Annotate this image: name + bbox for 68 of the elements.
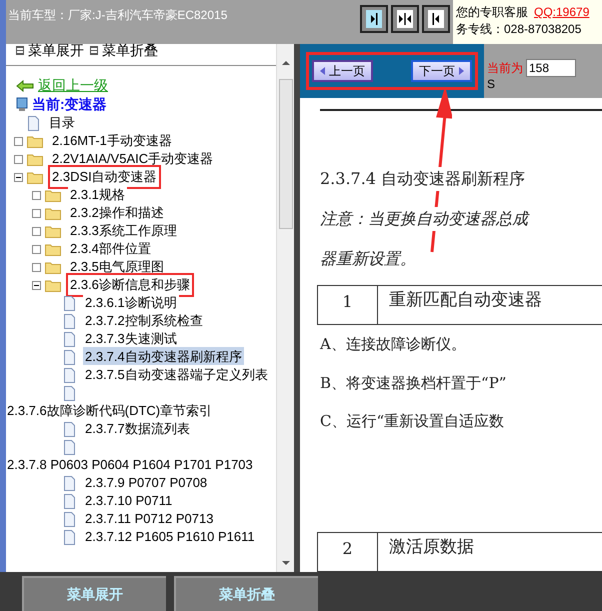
document-icon	[63, 530, 76, 544]
current-model-label: 当前车型：厂家:J-吉利汽车帝豪EC82015	[8, 7, 228, 24]
split-icon	[397, 10, 413, 28]
layout-button[interactable]	[422, 5, 450, 33]
folder-icon	[45, 188, 61, 202]
expand-toggle[interactable]	[14, 154, 23, 164]
step-instruction: A、连接故障诊断仪。	[320, 334, 467, 355]
scroll-thumb[interactable]	[278, 79, 292, 229]
document-icon	[63, 440, 76, 454]
folder-icon	[45, 242, 61, 256]
expand-toggle[interactable]	[32, 244, 41, 254]
document-icon	[63, 494, 76, 508]
folder-icon	[27, 152, 43, 166]
section-heading: 2.3.7.4 自动变速器刷新程序	[320, 167, 526, 191]
list-icon	[16, 46, 24, 55]
expand-toggle[interactable]	[32, 190, 41, 200]
expand-toggle[interactable]	[32, 262, 41, 272]
document-icon	[63, 512, 76, 526]
step-number: 2	[318, 533, 378, 571]
current-page-label: 当前为	[487, 60, 523, 77]
expand-toggle[interactable]	[32, 208, 41, 218]
folder-icon	[45, 206, 61, 220]
document-icon	[63, 476, 76, 490]
folder-icon	[27, 170, 43, 184]
computer-icon	[16, 97, 28, 112]
document-icon	[63, 386, 76, 400]
collapse-toggle[interactable]	[14, 172, 23, 182]
back-arrow-icon	[16, 80, 34, 92]
service-label: 您的专职客服	[456, 4, 528, 21]
layout-button[interactable]	[360, 5, 388, 33]
hotline-text: 务专线：028-87038205	[456, 21, 582, 38]
document-icon	[63, 296, 76, 310]
list-icon	[90, 46, 98, 55]
previous-page-button[interactable]: 上一页	[312, 60, 373, 82]
back-link[interactable]: 返回上一级	[38, 75, 108, 96]
next-page-button[interactable]: 下一页	[411, 60, 472, 82]
layout-button[interactable]	[391, 5, 419, 33]
scrollbar[interactable]	[276, 44, 294, 572]
expand-toggle[interactable]	[14, 136, 23, 146]
document-icon	[63, 368, 76, 382]
document-icon	[27, 116, 40, 130]
step-instruction: C、运行“重新设置自适应数	[320, 411, 506, 432]
left-arrow-icon	[320, 67, 325, 75]
scroll-up-icon[interactable]	[282, 60, 290, 65]
scroll-down-icon[interactable]	[282, 561, 290, 566]
document-icon	[63, 422, 76, 436]
document-icon	[63, 314, 76, 328]
folder-icon	[45, 260, 61, 274]
step-number: 1	[318, 286, 378, 324]
current-section-label: 当前:变速器	[32, 95, 107, 114]
expand-toggle[interactable]	[32, 226, 41, 236]
tree-item[interactable]: 2.3.7.4自动变速器刷新程序	[83, 347, 244, 367]
menu-link[interactable]: 菜单折叠	[102, 40, 158, 61]
folder-icon	[27, 134, 43, 148]
step-title: 重新匹配自动变速器	[388, 289, 542, 312]
folder-icon	[45, 278, 61, 292]
document-icon	[63, 332, 76, 346]
right-arrow-icon	[459, 67, 464, 75]
folder-icon	[45, 224, 61, 238]
page-number-field[interactable]: 158	[526, 59, 576, 77]
collapse-toggle[interactable]	[32, 280, 41, 290]
qq-link[interactable]: QQ:19679	[534, 4, 590, 21]
note-text: 注意：当更换自动变速器总成	[320, 207, 528, 231]
document-icon	[63, 350, 76, 364]
page-unit-label: S	[487, 77, 496, 91]
step-title: 激活原数据	[388, 536, 474, 559]
step-instruction: B、将变速器换档杆置于“P”	[320, 372, 508, 394]
menu-link[interactable]: 菜单展开	[28, 40, 84, 61]
